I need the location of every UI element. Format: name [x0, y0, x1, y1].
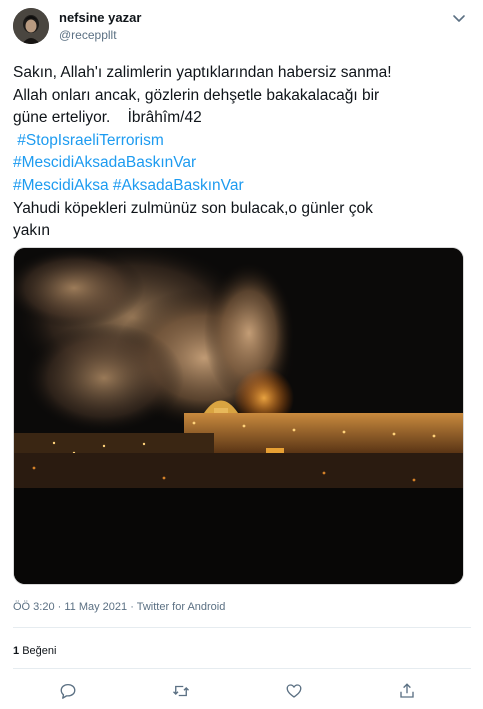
like-count-value: 1	[13, 645, 20, 657]
tweet-timestamp[interactable]: ÖÖ 3:20 · 11 May 2021 · Twitter for Andr…	[13, 601, 225, 613]
night-fire-photo	[14, 248, 463, 584]
tweet-text-line: yakın	[13, 222, 51, 240]
display-name[interactable]: nefsine yazar	[59, 10, 141, 25]
more-chevron-icon[interactable]	[449, 8, 469, 28]
tweet-card: nefsine yazar @receppllt Sakın, Allah'ı …	[0, 0, 483, 709]
retweet-icon[interactable]	[170, 680, 192, 702]
hashtag-link[interactable]: #StopIsraeliTerrorism	[13, 130, 471, 153]
hashtag-link[interactable]: #MescidiAksa #AksadaBaskınVar	[13, 175, 471, 198]
share-icon[interactable]	[396, 680, 418, 702]
tweet-text: Sakın, Allah'ı zalimlerin yaptıklarından…	[13, 62, 471, 243]
like-icon[interactable]	[283, 680, 305, 702]
tweet-photo[interactable]	[13, 247, 464, 585]
reply-icon[interactable]	[57, 680, 79, 702]
likes-count[interactable]: 1 Beğeni	[13, 645, 56, 657]
user-handle[interactable]: @receppllt	[59, 28, 117, 42]
tweet-actions	[0, 676, 483, 704]
divider	[13, 668, 471, 669]
tweet-text-line: güne erteliyor. İbrâhîm/42	[13, 109, 202, 127]
avatar[interactable]	[13, 8, 49, 44]
tweet-text-line: Yahudi köpekleri zulmünüz son bulacak,o …	[13, 199, 373, 217]
hashtag-link[interactable]: #MescidiAksadaBaskınVar	[13, 152, 471, 175]
tweet-text-line: Allah onları ancak, gözlerin dehşetle ba…	[13, 86, 380, 104]
like-count-label: Beğeni	[22, 645, 57, 657]
tweet-text-line: Sakın, Allah'ı zalimlerin yaptıklarından…	[13, 64, 392, 81]
divider	[13, 627, 471, 628]
